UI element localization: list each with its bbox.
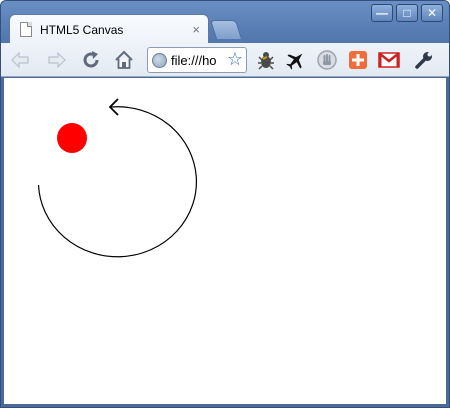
browser-window: — □ ✕ HTML5 Canvas × file:///ho ☆ xyxy=(0,0,450,408)
new-tab-button[interactable] xyxy=(209,20,243,39)
forward-icon[interactable] xyxy=(45,48,69,72)
tab-html5-canvas[interactable]: HTML5 Canvas × xyxy=(9,14,209,44)
bookmark-star-icon[interactable]: ☆ xyxy=(227,50,243,68)
minimize-button[interactable]: — xyxy=(371,4,393,22)
stop-hand-extension-icon[interactable] xyxy=(315,48,339,72)
window-controls: — □ ✕ xyxy=(371,4,443,23)
close-window-button[interactable]: ✕ xyxy=(421,4,443,22)
red-circle xyxy=(57,123,87,153)
plus-extension-icon[interactable] xyxy=(346,48,370,72)
tab-title: HTML5 Canvas xyxy=(40,22,124,37)
url-text: file:///ho xyxy=(171,52,217,68)
toolbar: file:///ho ☆ xyxy=(1,43,449,77)
wrench-icon[interactable] xyxy=(412,48,436,72)
html5-canvas xyxy=(37,98,198,258)
reload-icon[interactable] xyxy=(79,48,103,72)
back-icon[interactable] xyxy=(8,48,32,72)
page-content xyxy=(4,78,446,404)
bug-extension-icon[interactable] xyxy=(254,48,278,72)
globe-icon xyxy=(152,52,167,68)
address-bar[interactable]: file:///ho ☆ xyxy=(147,47,247,73)
tab-close-icon[interactable]: × xyxy=(192,22,200,37)
document-icon xyxy=(20,22,32,37)
home-icon[interactable] xyxy=(112,48,136,72)
maximize-button[interactable]: □ xyxy=(396,4,418,22)
title-bar: — □ ✕ HTML5 Canvas × xyxy=(1,1,449,44)
gmail-extension-icon[interactable] xyxy=(377,48,401,72)
airplane-extension-icon[interactable] xyxy=(284,48,308,72)
